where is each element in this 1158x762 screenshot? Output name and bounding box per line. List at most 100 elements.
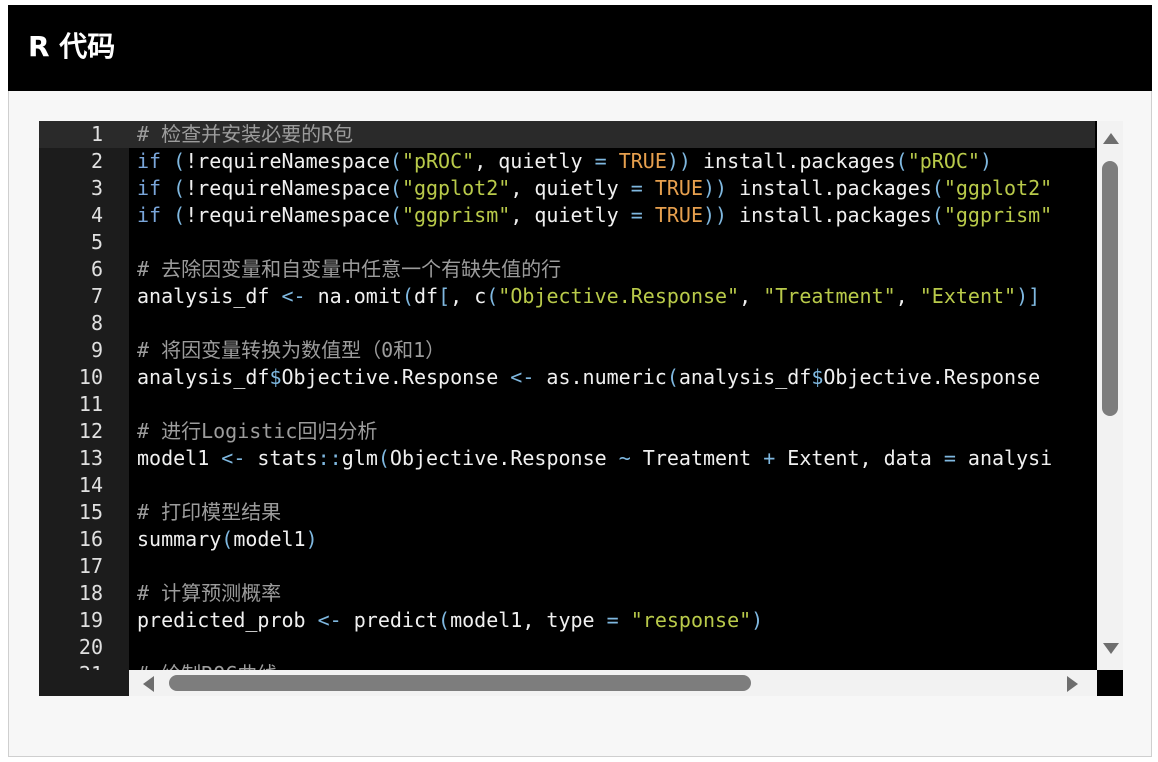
code-token: ( [377,446,390,470]
code-line[interactable]: 3 if (!requireNamespace("ggplot2", quietl… [39,175,1095,202]
code-token: $ [811,365,824,389]
code-line[interactable]: 13 model1 <- stats::glm(Objective.Respons… [39,445,1095,472]
code-line[interactable]: 11 [39,391,1095,418]
code-line[interactable]: 19 predicted_prob <- predict(model1, type… [39,607,1095,634]
code-token: Objective.Response [823,365,1041,389]
code-text[interactable]: # 进行Logistic回归分析 [137,418,377,445]
code-token: ( [221,527,234,551]
code-line[interactable]: 12 # 进行Logistic回归分析 [39,418,1095,445]
code-line[interactable]: 16 summary(model1) [39,526,1095,553]
code-text[interactable]: # 计算预测概率 [137,580,281,607]
code-line[interactable]: 18 # 计算预测概率 [39,580,1095,607]
code-token: analysis_df [137,365,270,389]
line-number: 20 [78,635,103,659]
code-line[interactable]: 1 # 检查并安装必要的R包 [39,121,1095,148]
code-line[interactable]: 6 # 去除因变量和自变量中任意一个有缺失值的行 [39,256,1095,283]
code-text[interactable]: # 将因变量转换为数值型（0和1） [137,337,445,364]
line-number: 21 [39,661,103,670]
code-token: ) [305,527,318,551]
horizontal-scrollbar[interactable] [129,670,1097,696]
scroll-left-arrow-icon[interactable] [143,676,154,692]
vertical-scroll-thumb[interactable] [1102,161,1118,416]
code-token: model1 [233,527,306,551]
line-number: 2 [90,149,103,173]
line-number: 11 [78,392,103,416]
code-token: + [763,446,776,470]
horizontal-scroll-thumb[interactable] [169,675,751,691]
code-text[interactable]: analysis_df$Objective.Response <- as.num… [137,364,1040,391]
code-token: )) [703,176,728,200]
code-comment: # 去除因变量和自变量中任意一个有缺失值的行 [137,257,562,281]
code-token: ( [931,176,944,200]
code-text[interactable]: if (!requireNamespace("pROC", quietly = … [137,148,992,175]
code-line[interactable]: 4 if (!requireNamespace("ggprism", quietl… [39,202,1095,229]
code-token: <- [221,446,246,470]
code-token: = [606,608,619,632]
code-token: = [943,446,956,470]
code-token: analysis_df [678,365,812,389]
code-token: ( [389,203,402,227]
code-text[interactable]: summary(model1) [137,526,318,553]
line-number: 16 [78,527,103,551]
line-number: 13 [78,446,103,470]
code-comment: # 检查并安装必要的R包 [137,122,354,146]
code-comment: # 进行Logistic回归分析 [137,419,378,443]
code-text[interactable]: if (!requireNamespace("ggplot2", quietly… [137,175,1052,202]
code-token: , [895,284,920,308]
vertical-scrollbar[interactable] [1097,121,1123,670]
code-line[interactable]: 15 # 打印模型结果 [39,499,1095,526]
code-token: install.packages [727,203,932,227]
code-token: ( [931,203,944,227]
code-editor[interactable]: 1 # 检查并安装必要的R包 2 if (!requireNamespace("pRO… [39,121,1123,696]
code-token: Objective.Response [281,365,511,389]
code-line[interactable]: 7 analysis_df <- na.omit(df[, c("Objectiv… [39,283,1095,310]
code-token: glm [341,446,378,470]
code-line[interactable]: 17 [39,553,1095,580]
code-token: "Objective.Response" [498,284,740,308]
scroll-right-arrow-icon[interactable] [1067,676,1078,692]
code-text[interactable]: # 绘制ROC曲线 [137,661,277,670]
code-text[interactable]: model1 <- stats::glm(Objective.Response … [137,445,1052,472]
code-token: Objective.Response [389,446,619,470]
code-text[interactable]: # 打印模型结果 [137,499,281,526]
code-line[interactable]: 9 # 将因变量转换为数值型（0和1） [39,337,1095,364]
code-line[interactable]: 10 analysis_df$Objective.Response <- as.n… [39,364,1095,391]
scroll-down-arrow-icon[interactable] [1103,643,1119,654]
code-token: model1, type [450,608,607,632]
code-token: predicted_prob [137,608,318,632]
code-line[interactable]: 8 [39,310,1095,337]
scroll-up-arrow-icon[interactable] [1103,133,1119,144]
code-line[interactable]: 2 if (!requireNamespace("pROC", quietly =… [39,148,1095,175]
code-token: analysis_df [137,284,282,308]
code-line[interactable]: 20 [39,634,1095,661]
code-text[interactable]: # 去除因变量和自变量中任意一个有缺失值的行 [137,256,561,283]
code-line[interactable]: 14 [39,472,1095,499]
code-line[interactable]: 21 # 绘制ROC曲线 [39,661,1095,670]
code-token: , quietly [510,176,631,200]
code-token: <- [317,608,342,632]
code-token: ( [161,203,186,227]
code-token: "ggplot2" [401,176,511,200]
code-text[interactable]: if (!requireNamespace("ggprism", quietly… [137,202,1052,229]
code-token: )] [1016,284,1041,308]
code-token: install.packages [727,176,932,200]
line-number: 8 [90,311,103,335]
code-text[interactable]: predicted_prob <- predict(model1, type =… [137,607,763,634]
code-token: )) [666,149,691,173]
code-token: analysi [955,446,1053,470]
code-token: TRUE [618,149,667,173]
code-lines[interactable]: 1 # 检查并安装必要的R包 2 if (!requireNamespace("pRO… [39,121,1095,670]
code-text[interactable]: analysis_df <- na.omit(df[, c("Objective… [137,283,1040,310]
code-token: [ [438,284,451,308]
code-text[interactable]: # 检查并安装必要的R包 [137,121,353,148]
line-number: 4 [90,203,103,227]
code-token: ) [979,149,993,173]
code-comment: # 打印模型结果 [137,500,282,524]
code-token: !requireNamespace [185,149,390,173]
code-token: !requireNamespace [185,176,390,200]
code-line[interactable]: 5 [39,229,1095,256]
code-token: na.omit [305,284,402,308]
